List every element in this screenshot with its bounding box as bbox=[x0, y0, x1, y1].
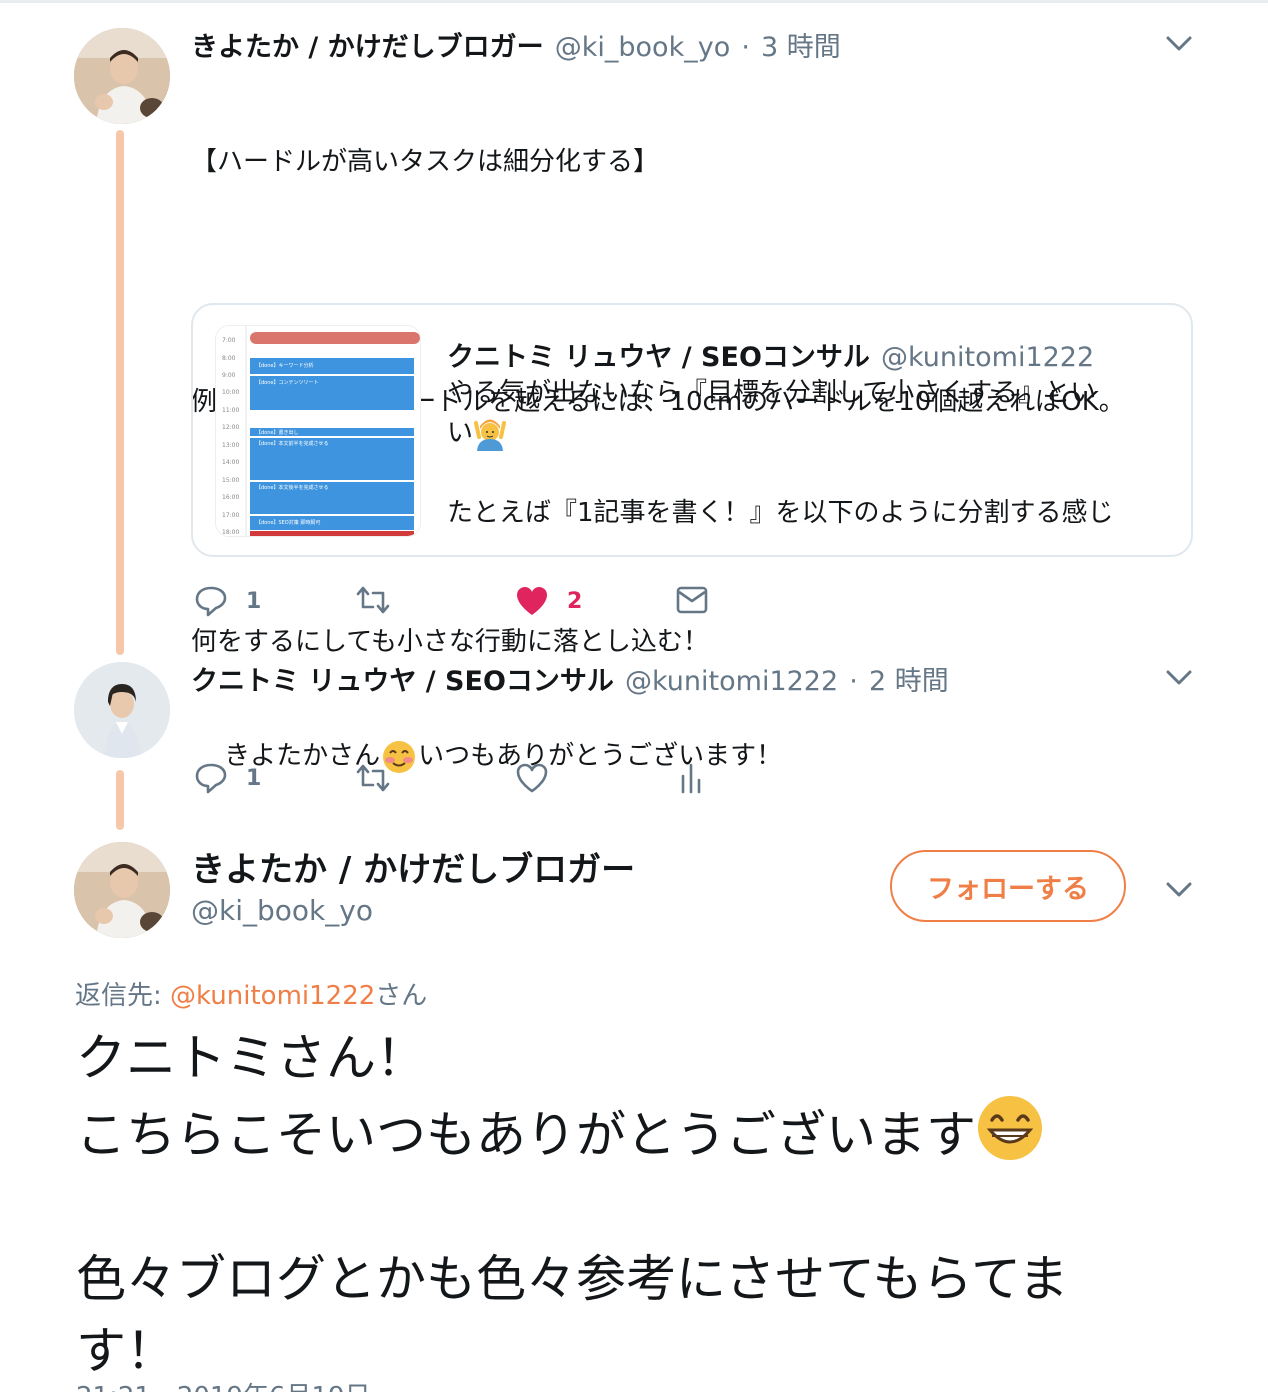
time-label: 8:00 bbox=[222, 355, 236, 362]
time-label: 11:00 bbox=[222, 407, 239, 414]
analytics-action[interactable] bbox=[680, 762, 704, 794]
avatar[interactable] bbox=[74, 28, 170, 124]
tweet-time[interactable]: 3 時間 bbox=[761, 32, 841, 63]
tweet-text: いつもありがとうございます！ bbox=[418, 741, 783, 771]
main-tweet-line: クニトミさん！ bbox=[76, 1029, 426, 1087]
main-tweet-line: こちらこそいつもありがとうございます bbox=[76, 1106, 976, 1164]
time-label: 17:00 bbox=[222, 512, 239, 519]
time-label: 13:00 bbox=[222, 442, 239, 449]
quoted-display-name: クニトミ リュウヤ / SEOコンサル bbox=[447, 342, 870, 373]
quoted-line: やる気が出ないなら『目標を分割して小さくする』とい bbox=[447, 378, 1097, 408]
time-label: 16:00 bbox=[222, 494, 239, 501]
person-gesturing-ok-emoji-icon bbox=[474, 419, 507, 451]
display-name[interactable]: クニトミ リュウヤ / SEOコンサル bbox=[191, 666, 614, 697]
reply-action[interactable]: 1 bbox=[194, 585, 261, 617]
envelope-icon[interactable] bbox=[676, 586, 708, 614]
avatar-photo bbox=[74, 842, 170, 938]
reply-icon[interactable] bbox=[194, 585, 228, 617]
time-label: 15:00 bbox=[222, 477, 239, 484]
display-name[interactable]: きよたか / かけだしブロガー bbox=[191, 32, 544, 63]
schedule-screenshot-image: 7:00 8:00 9:00 10:00 11:00 12:00 13:00 1… bbox=[216, 326, 420, 536]
avatar[interactable] bbox=[74, 662, 170, 758]
time-label: 7:00 bbox=[222, 337, 236, 344]
main-tweet-text: クニトミさん！ こちらこそいつもありがとうございます 色々ブログとかも色々参考に… bbox=[76, 1022, 1196, 1387]
user-handle[interactable]: @ki_book_yo bbox=[191, 894, 373, 927]
tweet-header: きよたか / かけだしブロガー @ki_book_yo · 3 時間 bbox=[191, 25, 841, 64]
tweet-header: クニトミ リュウヤ / SEOコンサル @kunitomi1222 · 2 時間 bbox=[191, 659, 949, 698]
top-divider bbox=[0, 0, 1268, 3]
avatar[interactable] bbox=[74, 842, 170, 938]
time-label: 14:00 bbox=[222, 459, 239, 466]
time-label: 10:00 bbox=[222, 389, 239, 396]
quoted-line-with-emoji: い bbox=[447, 413, 1167, 453]
avatar-photo bbox=[74, 662, 170, 758]
user-handle[interactable]: @kunitomi1222 bbox=[625, 666, 838, 697]
chevron-down-icon[interactable] bbox=[1164, 28, 1194, 58]
event-label: 【done】本文後半を完成させる bbox=[256, 484, 328, 491]
event-label: 【done】本文前半を完成させる bbox=[256, 440, 328, 447]
thread-connector-line bbox=[116, 130, 124, 655]
main-tweet-line-with-emoji: こちらこそいつもありがとうございます bbox=[76, 1094, 1196, 1171]
quoted-line: い bbox=[447, 418, 474, 448]
follow-button[interactable]: フォローする bbox=[890, 850, 1126, 922]
display-name[interactable]: きよたか / かけだしブロガー bbox=[191, 842, 635, 891]
event-label: 【done】SEO対策 即時飼可 bbox=[256, 519, 320, 526]
reply-mention-link[interactable]: @kunitomi1222 bbox=[170, 981, 375, 1011]
retweet-action[interactable] bbox=[355, 763, 391, 793]
reply-icon[interactable] bbox=[194, 762, 228, 794]
event-label: 【done】書き出し bbox=[256, 429, 298, 436]
time-label: 9:00 bbox=[222, 372, 236, 379]
separator-dot: · bbox=[849, 666, 858, 697]
like-action[interactable] bbox=[515, 762, 549, 794]
grinning-face-emoji-icon bbox=[978, 1096, 1042, 1160]
tweet-timestamp[interactable]: 21:21 - 2019年6月19日 bbox=[76, 1376, 371, 1392]
event-label: 【done】コンテンツリート bbox=[256, 380, 318, 386]
time-label: 18:00 bbox=[222, 529, 239, 536]
quoted-tweet-header: クニトミ リュウヤ / SEOコンサル @kunitomi1222 bbox=[447, 335, 1094, 374]
reply-prefix: 返信先: bbox=[75, 981, 171, 1011]
avatar-photo bbox=[74, 28, 170, 124]
direct-message-action[interactable] bbox=[676, 586, 708, 614]
retweet-icon[interactable] bbox=[355, 585, 391, 615]
chevron-down-icon[interactable] bbox=[1164, 662, 1194, 692]
tweet-body: きよたかさん いつもありがとうございます！ bbox=[191, 696, 1191, 816]
heart-outline-icon[interactable] bbox=[515, 762, 549, 794]
heart-filled-icon[interactable] bbox=[515, 585, 549, 617]
reply-count: 1 bbox=[246, 588, 262, 614]
event-label: 【done】キーワード分析 bbox=[256, 362, 313, 369]
time-label: 12:00 bbox=[222, 424, 239, 431]
separator-dot: · bbox=[741, 32, 750, 63]
reply-suffix: さん bbox=[375, 981, 428, 1011]
retweet-action[interactable] bbox=[355, 585, 391, 615]
analytics-bar-icon[interactable] bbox=[680, 762, 704, 794]
tweet-line: 【ハードルが高いタスクは細分化する】 bbox=[191, 147, 660, 177]
chevron-down-icon[interactable] bbox=[1164, 874, 1194, 904]
main-tweet-line: 色々ブログとかも色々参考にさせてもらてま bbox=[76, 1250, 1069, 1308]
thread-connector-line bbox=[116, 770, 124, 830]
reply-action[interactable]: 1 bbox=[194, 762, 261, 794]
like-count: 2 bbox=[567, 588, 583, 614]
reply-count: 1 bbox=[246, 765, 262, 791]
like-action[interactable]: 2 bbox=[515, 585, 582, 617]
quoted-tweet-text: やる気が出ないなら『目標を分割して小さくする』とい い たとえば『1記事を書く！… bbox=[447, 373, 1167, 533]
quoted-tweet-card[interactable]: 7:00 8:00 9:00 10:00 11:00 12:00 13:00 1… bbox=[191, 303, 1193, 557]
tweet-thread-page: きよたか / かけだしブロガー @ki_book_yo · 3 時間 【ハードル… bbox=[0, 0, 1268, 1392]
replying-to: 返信先: @kunitomi1222さん bbox=[75, 975, 427, 1012]
quoted-tweet-image[interactable]: 7:00 8:00 9:00 10:00 11:00 12:00 13:00 1… bbox=[215, 325, 421, 537]
tweet-line: 何をするにしても小さな行動に落とし込む！ bbox=[191, 627, 709, 657]
tweet-time[interactable]: 2 時間 bbox=[869, 666, 949, 697]
quoted-user-handle: @kunitomi1222 bbox=[881, 342, 1095, 373]
user-handle[interactable]: @ki_book_yo bbox=[555, 32, 730, 63]
retweet-icon[interactable] bbox=[355, 763, 391, 793]
quoted-line: たとえば『1記事を書く！』を以下のように分割する感じ bbox=[447, 498, 1114, 528]
